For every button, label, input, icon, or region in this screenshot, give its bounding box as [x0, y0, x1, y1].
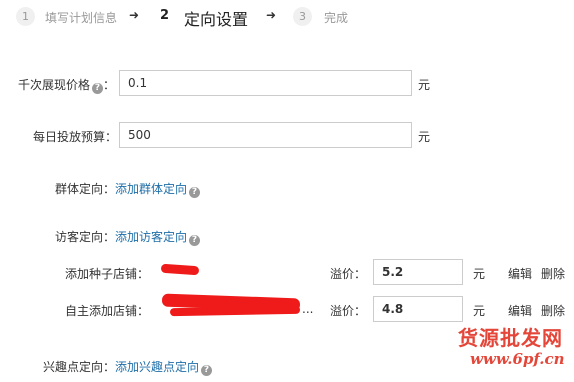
premium-unit: 元 [473, 304, 486, 318]
daily-budget-label: 每日投放预算： [33, 130, 118, 144]
cpm-price-label: 千次展现价格?： [18, 76, 115, 94]
arrow-right-icon: ➜ [266, 8, 277, 22]
delete-button[interactable]: 删除 [541, 302, 565, 319]
step-1-number: 1 [16, 7, 35, 26]
watermark-url: www.6pf.cn [470, 350, 565, 368]
group-targeting-label: 群体定向： [55, 182, 116, 196]
help-icon[interactable]: ? [189, 187, 201, 198]
shop-name-ellipsis: ... [302, 302, 314, 316]
premium-label: 溢价： [330, 267, 367, 281]
step-2-number: 2 [155, 6, 174, 25]
seed-shop-label: 添加种子店铺： [65, 267, 150, 281]
delete-button[interactable]: 删除 [541, 265, 565, 282]
cpm-price-label-text: 千次展现价格 [18, 78, 91, 92]
help-icon[interactable]: ? [189, 235, 201, 246]
colon: ： [103, 78, 116, 92]
daily-budget-input[interactable] [119, 122, 412, 148]
cpm-unit: 元 [418, 78, 431, 92]
edit-button[interactable]: 编辑 [508, 265, 532, 282]
help-icon[interactable]: ? [201, 365, 213, 376]
premium-unit: 元 [473, 267, 486, 281]
edit-button[interactable]: 编辑 [508, 302, 532, 319]
add-group-targeting-text[interactable]: 添加群体定向 [115, 182, 187, 196]
watermark-title: 货源批发网 [458, 326, 563, 350]
manual-shop-label: 自主添加店铺： [65, 304, 150, 318]
premium-input[interactable] [373, 259, 463, 285]
add-visitor-targeting-link[interactable]: 添加访客定向? [115, 228, 201, 246]
budget-unit: 元 [418, 130, 431, 144]
help-icon[interactable]: ? [92, 83, 104, 94]
cpm-price-input[interactable] [119, 70, 412, 96]
premium-input[interactable] [373, 296, 463, 322]
step-3-label: 完成 [324, 11, 349, 25]
step-1-label: 填写计划信息 [45, 11, 118, 25]
add-interest-targeting-text[interactable]: 添加兴趣点定向 [115, 360, 199, 374]
step-2-label: 定向设置 [184, 10, 249, 29]
step-3-number: 3 [293, 7, 312, 26]
premium-label: 溢价： [330, 304, 367, 318]
redaction-mark [160, 263, 200, 276]
interest-targeting-label: 兴趣点定向： [43, 360, 116, 374]
redaction-mark [169, 305, 301, 317]
add-interest-targeting-link[interactable]: 添加兴趣点定向? [115, 358, 213, 376]
arrow-right-icon: ➜ [129, 8, 140, 22]
visitor-targeting-label: 访客定向： [55, 230, 116, 244]
add-group-targeting-link[interactable]: 添加群体定向? [115, 180, 201, 198]
add-visitor-targeting-text[interactable]: 添加访客定向 [115, 230, 187, 244]
